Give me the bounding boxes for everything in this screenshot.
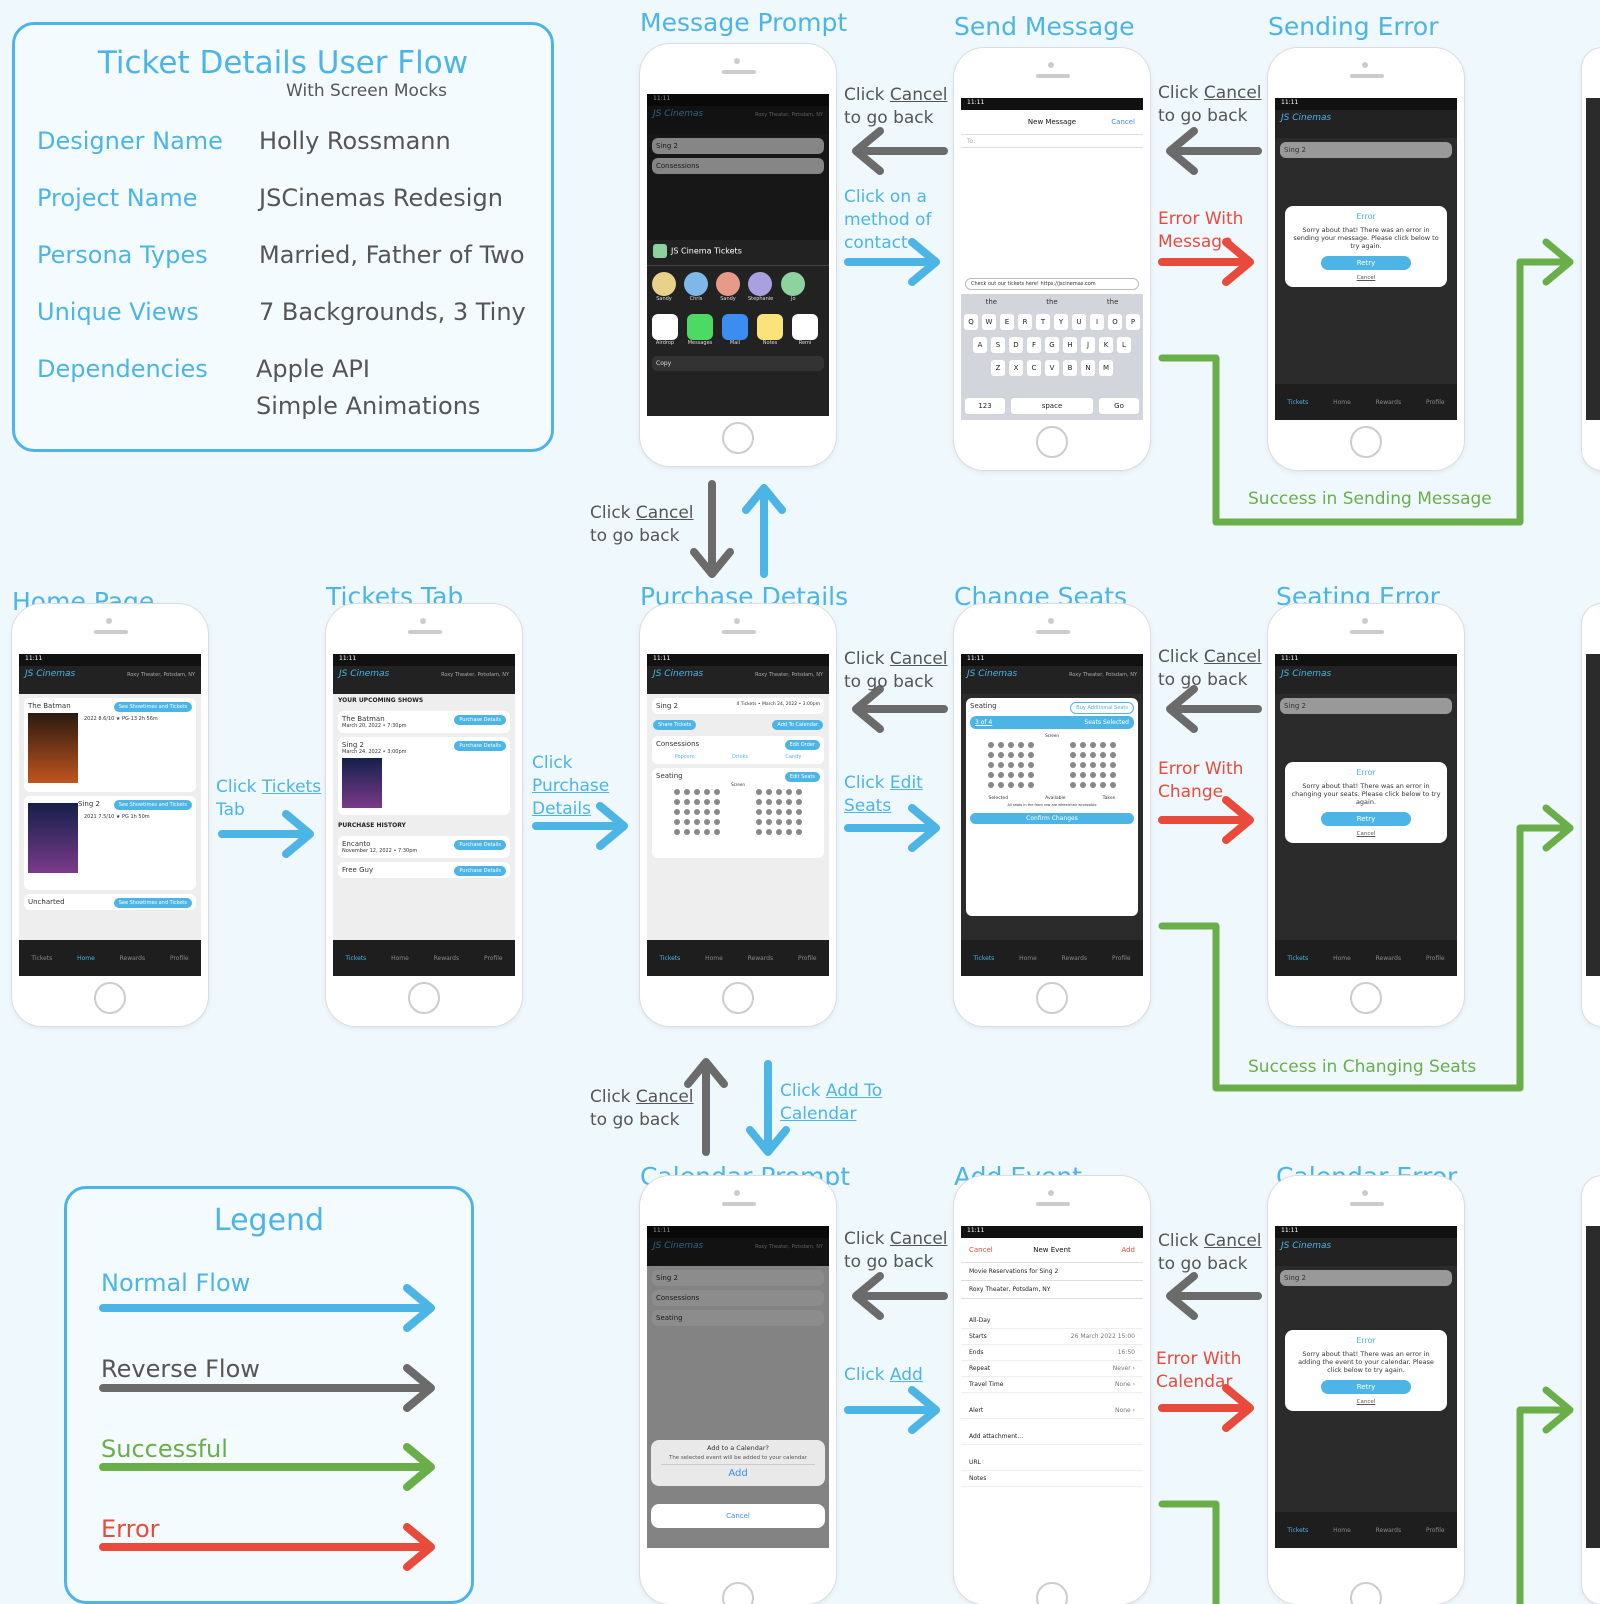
arrow [844,1386,940,1434]
legend-arrow-success [99,1443,435,1491]
label-cancel-3: Click Cancel to go back [590,503,694,546]
label-error-message: Error With Message [1158,209,1244,252]
reverse-arrows [684,127,1262,1320]
label-cancel-7: Click Cancel to go back [844,1229,948,1272]
arrow [852,1272,948,1320]
success-arrows [1158,238,1574,1604]
arrow [852,127,948,175]
legend-arrow-error [99,1523,435,1571]
legend-arrow-reverse [99,1364,435,1412]
label-error-change: Error With Change [1158,759,1244,802]
arrow [1166,127,1262,175]
label-tickets-tab: Click Tickets Tab [216,777,322,820]
arrow [1158,1384,1254,1432]
arrow [1158,1386,1574,1604]
legend-card: Legend Normal Flow Reverse Flow Successf… [64,1186,474,1604]
label-cancel-8: Click Cancel to go back [1158,1231,1262,1274]
arrow [690,480,734,578]
arrow [742,484,786,578]
label-cancel-4: Click Cancel to go back [844,649,948,692]
label-cancel-5: Click Cancel to go back [1158,647,1262,690]
label-purchase-details: Click Purchase Details [532,753,610,819]
label-error-calendar: Error With Calendar [1156,1349,1242,1392]
arrow [1166,1272,1262,1320]
label-cancel-6: Click Cancel to go back [590,1087,694,1130]
label-success-seats: Success in Changing Seats [1248,1057,1477,1077]
arrow [852,685,948,733]
legend-arrow-normal [99,1284,435,1332]
label-method-contact: Click on a method of contact [844,187,932,253]
legend-arrows [99,1284,435,1571]
label-cancel-2: Click Cancel to go back [1158,83,1262,126]
arrow [1158,796,1254,844]
label-click-add: Click Add [844,1365,923,1385]
label-cancel-1: Click Cancel to go back [844,85,948,128]
label-success-message: Success in Sending Message [1248,489,1492,509]
label-add-to-calendar: Click Add To Calendar [780,1081,883,1124]
arrow [1158,804,1574,1092]
label-edit-seats: Click Edit Seats [844,773,923,816]
arrow [1166,685,1262,733]
